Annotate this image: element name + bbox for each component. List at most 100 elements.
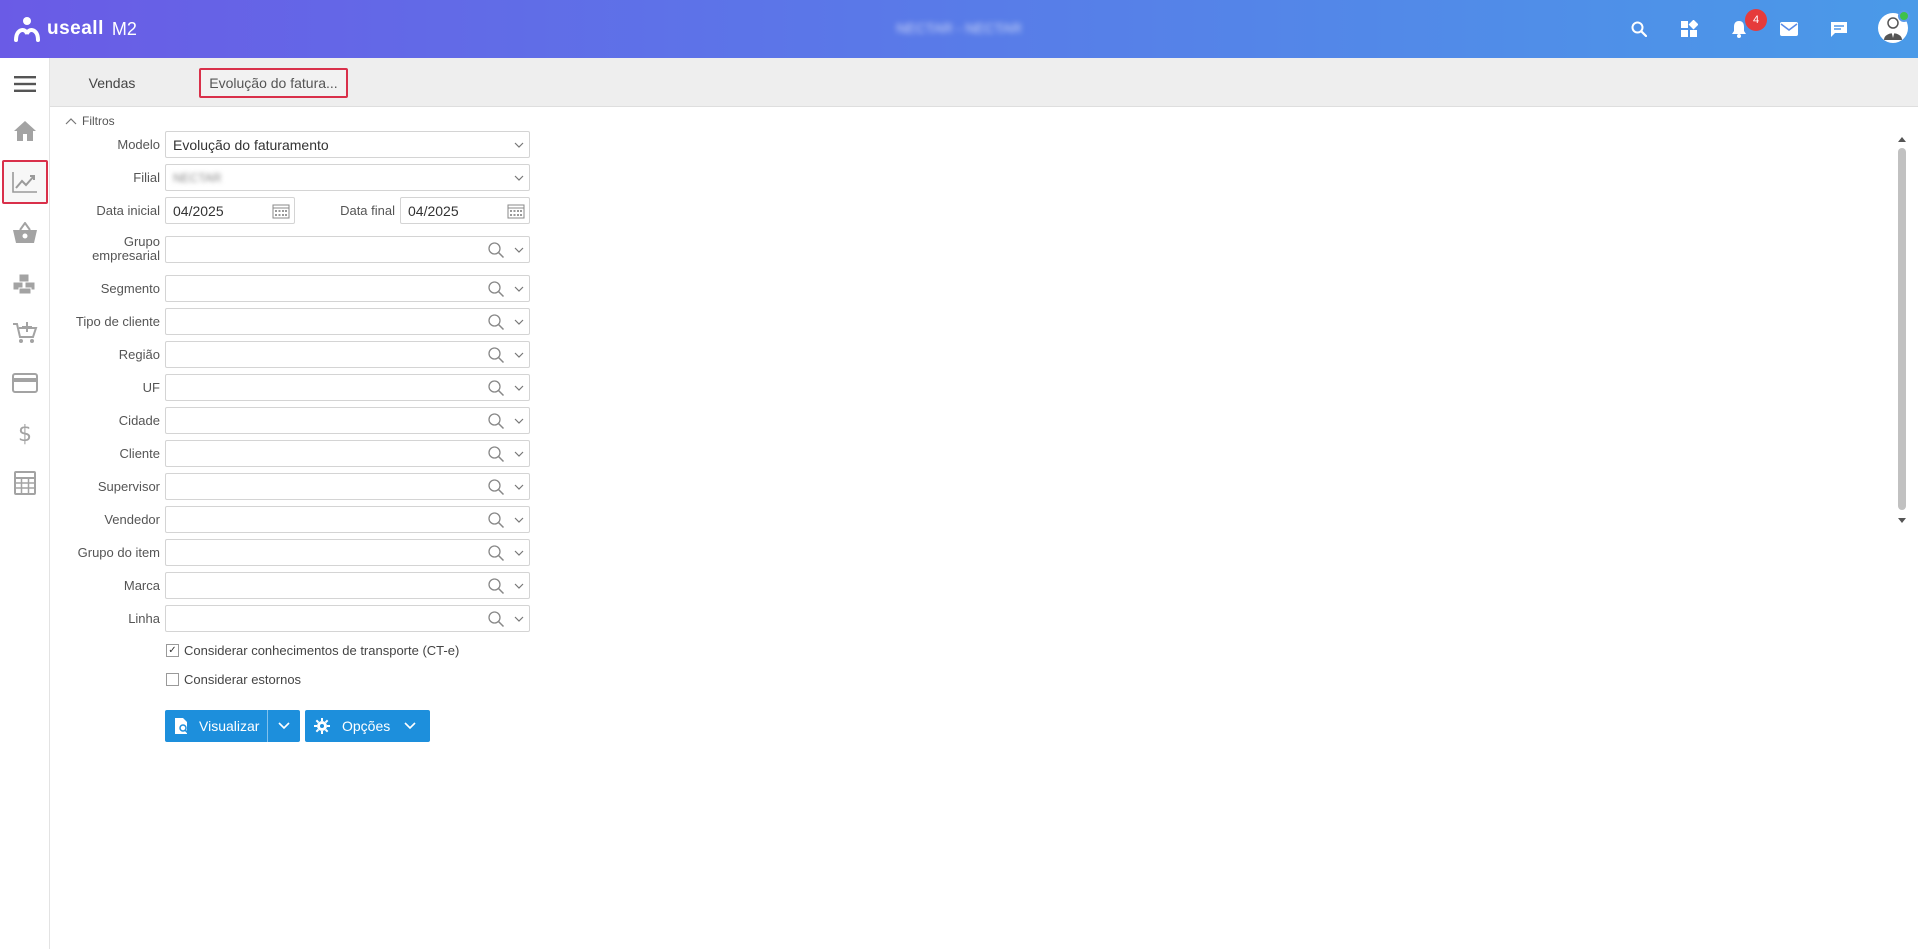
search-icon[interactable] (487, 346, 505, 364)
search-icon[interactable] (487, 478, 505, 496)
checkbox-estornos-label: Considerar estornos (184, 672, 302, 687)
checkbox-cte[interactable]: ✓ Considerar conhecimentos de transporte… (166, 643, 459, 658)
chevron-down-icon[interactable] (514, 245, 524, 255)
grupo-do-item-lookup-field[interactable] (165, 539, 530, 566)
tab-evolucao-faturamento[interactable]: Evolução do fatura... (199, 68, 348, 98)
checkbox-estornos[interactable]: Considerar estornos (166, 672, 301, 687)
modelo-select[interactable]: Evolução do faturamento (165, 131, 530, 158)
chevron-down-icon (514, 175, 524, 181)
sidebar-item-purchases[interactable] (0, 211, 49, 255)
search-icon[interactable] (487, 511, 505, 529)
sidebar-menu-toggle[interactable] (0, 62, 49, 106)
sidebar: $ (0, 58, 50, 949)
chevron-down-icon (278, 722, 290, 730)
vertical-scrollbar[interactable] (1895, 134, 1909, 528)
chevron-down-icon[interactable] (514, 614, 524, 624)
scrollbar-thumb[interactable] (1898, 148, 1906, 510)
visualizar-label: Visualizar (199, 718, 260, 734)
search-icon[interactable] (487, 241, 505, 259)
useall-logo-icon (14, 17, 40, 42)
search-icon[interactable] (487, 445, 505, 463)
scroll-down-arrow-icon[interactable] (1898, 518, 1906, 524)
sidebar-item-inventory[interactable] (0, 262, 49, 306)
vendedor-label: Vendedor (104, 512, 160, 527)
online-status-dot (1898, 10, 1910, 22)
supervisor-lookup-field[interactable] (165, 473, 530, 500)
chevron-down-icon[interactable] (514, 284, 524, 294)
boxes-icon (12, 273, 35, 295)
cidade-label: Cidade (118, 413, 160, 428)
tab-vendas[interactable]: Vendas (74, 68, 150, 98)
apps-button[interactable] (1677, 17, 1701, 41)
search-icon[interactable] (487, 412, 505, 430)
linha-lookup-field[interactable] (165, 605, 530, 632)
chevron-down-icon[interactable] (514, 350, 524, 360)
tipo-de-cliente-label: Tipo de cliente (75, 314, 160, 329)
segmento-lookup-field[interactable] (165, 275, 530, 302)
top-bar: useall M2 NECTAR - NECTAR 4 (0, 0, 1918, 58)
search-icon[interactable] (487, 379, 505, 397)
opcoes-label: Opções (342, 718, 391, 734)
trending-chart-icon (12, 172, 37, 193)
app-logo[interactable]: useall M2 (13, 13, 137, 45)
sidebar-item-accounting[interactable] (0, 461, 49, 505)
chevron-down-icon[interactable] (514, 482, 524, 492)
data-final-field[interactable]: 04/2025 (400, 197, 530, 224)
chevron-down-icon[interactable] (514, 581, 524, 591)
scroll-up-arrow-icon[interactable] (1898, 136, 1906, 142)
data-inicial-field[interactable]: 04/2025 (165, 197, 295, 224)
search-icon[interactable] (487, 610, 505, 628)
regiao-label: Região (118, 347, 160, 362)
sidebar-item-orders[interactable] (0, 311, 49, 355)
opcoes-button[interactable]: Opções (305, 710, 430, 742)
messages-button[interactable] (1777, 17, 1801, 41)
filial-label: Filial (133, 170, 160, 185)
chevron-down-icon[interactable] (514, 515, 524, 525)
chevron-down-icon[interactable] (514, 548, 524, 558)
vendedor-lookup-field[interactable] (165, 506, 530, 533)
filters-section-toggle[interactable]: Filtros (64, 114, 115, 128)
cidade-lookup-field[interactable] (165, 407, 530, 434)
mail-icon (1780, 22, 1798, 36)
data-inicial-value: 04/2025 (173, 203, 224, 219)
search-button[interactable] (1627, 17, 1651, 41)
search-icon[interactable] (487, 544, 505, 562)
sidebar-item-home[interactable] (0, 109, 49, 153)
tipo-de-cliente-lookup-field[interactable] (165, 308, 530, 335)
sidebar-item-sales-charts[interactable] (2, 160, 48, 204)
data-final-label: Data final (340, 203, 395, 218)
search-icon[interactable] (487, 280, 505, 298)
search-icon[interactable] (487, 577, 505, 595)
sidebar-item-payments[interactable] (0, 361, 49, 405)
checkbox-estornos-box[interactable] (166, 673, 179, 686)
chevron-down-icon[interactable] (514, 383, 524, 393)
checkbox-cte-label: Considerar conhecimentos de transporte (… (184, 643, 460, 658)
calendar-icon[interactable] (272, 203, 290, 219)
checkbox-cte-box[interactable]: ✓ (166, 644, 179, 657)
document-search-icon (175, 718, 189, 734)
calendar-icon[interactable] (507, 203, 525, 219)
chevron-down-icon (514, 142, 524, 148)
chat-button[interactable] (1827, 17, 1851, 41)
dashboard-icon (1681, 20, 1698, 37)
chevron-down-icon[interactable] (514, 317, 524, 327)
marca-label: Marca (123, 578, 160, 593)
visualizar-button-group: Visualizar (165, 710, 300, 742)
chevron-down-icon[interactable] (514, 416, 524, 426)
chevron-down-icon[interactable] (514, 449, 524, 459)
grupo-empresarial-lookup-field[interactable] (165, 236, 530, 263)
visualizar-button[interactable]: Visualizar (165, 710, 267, 742)
visualizar-dropdown-toggle[interactable] (268, 710, 300, 742)
dollar-icon: $ (18, 422, 32, 446)
filial-value: NECTAR (173, 171, 222, 185)
marca-lookup-field[interactable] (165, 572, 530, 599)
chat-icon (1831, 21, 1847, 37)
linha-label: Linha (128, 611, 160, 626)
filial-select[interactable]: NECTAR (165, 164, 530, 191)
search-icon[interactable] (487, 313, 505, 331)
regiao-lookup-field[interactable] (165, 341, 530, 368)
sidebar-item-finance[interactable]: $ (0, 411, 49, 455)
uf-lookup-field[interactable] (165, 374, 530, 401)
cliente-lookup-field[interactable] (165, 440, 530, 467)
hamburger-icon (13, 76, 36, 92)
